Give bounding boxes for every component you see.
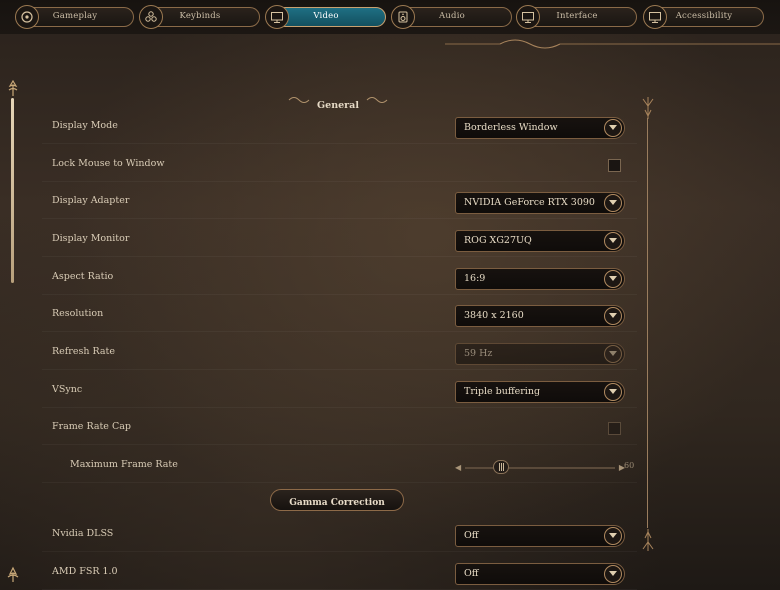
left-scroll-thumb[interactable]: [11, 98, 14, 283]
setting-row-nvidia-dlss: Nvidia DLSS Off: [42, 519, 637, 552]
chevron-down-icon: [604, 194, 622, 212]
chevron-down-icon: [604, 232, 622, 250]
display-mode-dropdown[interactable]: Borderless Window: [455, 117, 625, 139]
vsync-dropdown[interactable]: Triple buffering: [455, 381, 625, 403]
tab-label: Keybinds: [179, 11, 221, 21]
setting-row-display-monitor: Display Monitor ROG XG27UQ: [42, 224, 637, 257]
fleur-icon: [7, 566, 19, 582]
lock-mouse-checkbox[interactable]: [608, 159, 621, 172]
amd-fsr-dropdown[interactable]: Off: [455, 563, 625, 585]
setting-row-display-mode: Display Mode Borderless Window: [42, 111, 637, 144]
dropdown-value: Triple buffering: [464, 386, 541, 397]
setting-row-lock-mouse: Lock Mouse to Window: [42, 149, 637, 182]
setting-row-max-frame-rate: Maximum Frame Rate ◀ ▶ 60: [42, 450, 637, 483]
chevron-down-icon: [604, 307, 622, 325]
setting-row-amd-fsr: AMD FSR 1.0 Off: [42, 557, 637, 590]
tab-video[interactable]: Video: [265, 5, 386, 29]
setting-row-display-adapter: Display Adapter NVIDIA GeForce RTX 3090: [42, 186, 637, 219]
frame-rate-cap-checkbox[interactable]: [608, 422, 621, 435]
swirl-icon: [366, 97, 388, 103]
setting-label: Lock Mouse to Window: [52, 158, 165, 169]
setting-row-resolution: Resolution 3840 x 2160: [42, 299, 637, 332]
setting-label: Display Adapter: [52, 195, 130, 206]
chevron-down-icon: [604, 565, 622, 583]
resolution-dropdown[interactable]: 3840 x 2160: [455, 305, 625, 327]
chevron-down-icon: [604, 270, 622, 288]
settings-tab-bar: Gameplay Keybinds Video Audio Interface …: [0, 0, 780, 34]
setting-label: Aspect Ratio: [52, 271, 114, 282]
display-adapter-dropdown[interactable]: NVIDIA GeForce RTX 3090: [455, 192, 625, 214]
slider-value: 60: [624, 461, 635, 470]
setting-label: VSync: [52, 384, 83, 395]
refresh-rate-dropdown: 59 Hz: [455, 343, 625, 365]
dropdown-value: NVIDIA GeForce RTX 3090: [464, 197, 595, 208]
setting-row-frame-rate-cap: Frame Rate Cap: [42, 412, 637, 445]
section-header: General: [286, 93, 390, 111]
tab-audio[interactable]: Audio: [391, 5, 512, 29]
left-scroll-rail[interactable]: [6, 79, 20, 290]
setting-label: Frame Rate Cap: [52, 421, 131, 432]
dropdown-value: Off: [464, 568, 479, 579]
nvidia-dlss-dropdown[interactable]: Off: [455, 525, 625, 547]
swirl-icon: [288, 97, 310, 103]
dropdown-value: 3840 x 2160: [464, 310, 524, 321]
dropdown-value: 16:9: [464, 273, 486, 284]
dropdown-value: Off: [464, 530, 479, 541]
tab-interface[interactable]: Interface: [516, 5, 637, 29]
tab-keybinds[interactable]: Keybinds: [139, 5, 260, 29]
tab-label: Interface: [556, 11, 598, 21]
chevron-down-icon: [604, 527, 622, 545]
setting-row-refresh-rate: Refresh Rate 59 Hz: [42, 337, 637, 370]
dropdown-value: 59 Hz: [464, 348, 493, 359]
slider-track: [465, 467, 615, 469]
setting-row-vsync: VSync Triple buffering: [42, 375, 637, 408]
chevron-down-icon: [604, 119, 622, 137]
display-monitor-dropdown[interactable]: ROG XG27UQ: [455, 230, 625, 252]
dropdown-value: Borderless Window: [464, 122, 558, 133]
tab-gameplay[interactable]: Gameplay: [15, 5, 134, 29]
header-ornament: [445, 39, 780, 49]
slider-handle[interactable]: [493, 460, 509, 474]
setting-label: AMD FSR 1.0: [52, 566, 118, 577]
chevron-left-icon[interactable]: ◀: [455, 463, 461, 472]
setting-label: Maximum Frame Rate: [70, 459, 178, 470]
scroll-bottom-ornament-icon: [642, 529, 654, 551]
tab-label: Audio: [439, 11, 465, 21]
scroll-top-ornament-icon: [642, 97, 654, 119]
tab-accessibility[interactable]: Accessibility: [643, 5, 764, 29]
setting-label: Display Monitor: [52, 233, 130, 244]
setting-row-aspect-ratio: Aspect Ratio 16:9: [42, 262, 637, 295]
chevron-down-icon: [604, 383, 622, 401]
max-frame-rate-slider[interactable]: ◀ ▶: [455, 460, 625, 474]
aspect-ratio-dropdown[interactable]: 16:9: [455, 268, 625, 290]
dropdown-value: ROG XG27UQ: [464, 235, 532, 246]
section-title: General: [317, 100, 359, 111]
button-label: Gamma Correction: [289, 498, 385, 508]
gamma-correction-button[interactable]: Gamma Correction: [270, 489, 404, 511]
chevron-down-icon: [604, 345, 622, 363]
fleur-icon: [8, 79, 18, 96]
tab-label: Video: [313, 11, 339, 21]
setting-label: Refresh Rate: [52, 346, 115, 357]
setting-label: Nvidia DLSS: [52, 528, 114, 539]
setting-label: Resolution: [52, 308, 104, 319]
settings-scrollbar[interactable]: [641, 96, 655, 556]
setting-label: Display Mode: [52, 120, 118, 131]
scroll-track: [647, 118, 648, 528]
tab-label: Gameplay: [52, 11, 98, 21]
tab-label: Accessibility: [675, 11, 733, 21]
